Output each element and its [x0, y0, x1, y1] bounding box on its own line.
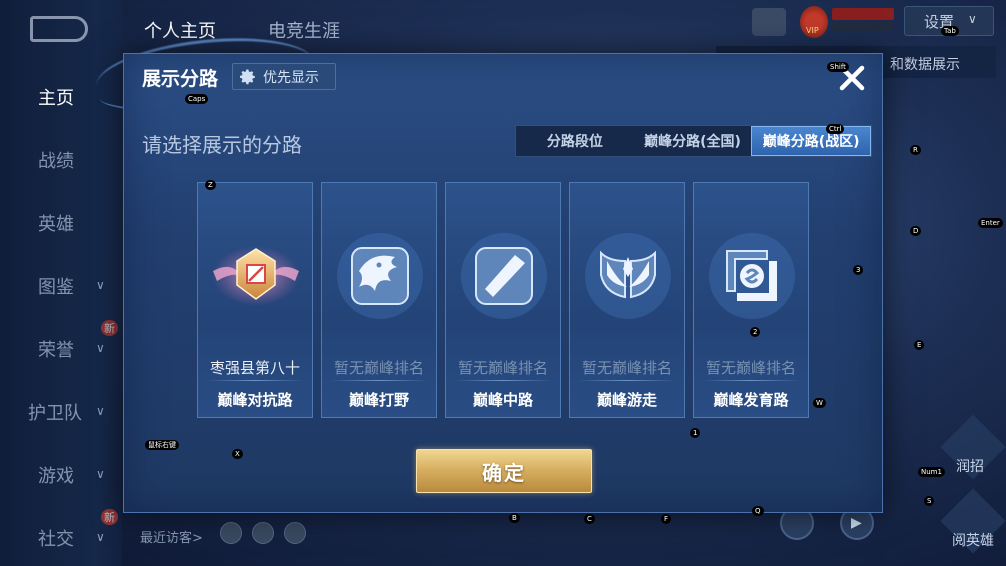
key-hint: Z: [205, 180, 216, 190]
new-badge: 新: [101, 509, 118, 525]
jungle-dragon-icon: [337, 233, 423, 319]
lane-name: 巅峰游走: [596, 391, 657, 409]
lane-display-dialog: 展示分路 优先显示 请选择展示的分路 分路段位 巅峰分路(全国) 巅峰分路(战区…: [123, 53, 883, 513]
lane-card-farm[interactable]: 暂无巅峰排名 巅峰发育路: [693, 182, 809, 418]
key-hint: X: [232, 449, 243, 459]
lane-rank-text: 枣强县第八十: [209, 359, 300, 377]
key-hint: Caps: [185, 94, 209, 104]
lane-card-clash[interactable]: 枣强县第八十 巅峰对抗路: [197, 182, 313, 418]
tab-lane-rank[interactable]: 分路段位: [516, 126, 634, 156]
divider: [206, 380, 304, 381]
priority-display-button[interactable]: 优先显示: [232, 63, 336, 90]
sidebar-item-honors[interactable]: 荣誉: [38, 336, 74, 362]
key-hint: R: [910, 145, 921, 155]
clash-lane-emblem-icon: [212, 246, 300, 306]
tab-peak-lane-national[interactable]: 巅峰分路(全国): [634, 126, 752, 156]
lane-card-roam[interactable]: 暂无巅峰排名 巅峰游走: [569, 182, 685, 418]
key-hint: Enter: [978, 218, 1003, 228]
recent-visitors-link[interactable]: 最近访客>: [140, 527, 203, 546]
vip-label: VIP: [806, 26, 819, 35]
avatar[interactable]: [284, 522, 306, 544]
lane-name: 巅峰发育路: [713, 391, 789, 409]
key-hint: F: [661, 514, 672, 524]
avatar[interactable]: [752, 8, 786, 36]
select-lane-prompt: 请选择展示的分路: [142, 133, 302, 157]
divider: [702, 380, 800, 381]
chevron-down-icon: ∨: [96, 530, 105, 544]
back-logo-icon[interactable]: [30, 16, 88, 42]
status-badge: [832, 22, 894, 32]
key-hint: Num1: [918, 467, 945, 477]
key-hint: C: [584, 514, 595, 524]
data-display-label: 和数据展示: [890, 57, 960, 73]
sidebar-item-social[interactable]: 社交: [38, 525, 74, 551]
avatar[interactable]: [220, 522, 242, 544]
key-hint: W: [813, 398, 826, 408]
tab-peak-lane-region[interactable]: 巅峰分路(战区): [751, 126, 872, 156]
sidebar-item-home[interactable]: 主页: [38, 84, 74, 110]
priority-display-label: 优先显示: [263, 69, 319, 86]
lane-name: 巅峰打野: [348, 391, 409, 409]
divider: [330, 380, 428, 381]
play-icon: ▶: [851, 515, 862, 531]
divider: [578, 380, 676, 381]
tab-esports-career[interactable]: 电竞生涯: [268, 17, 340, 43]
gear-icon: [240, 69, 255, 84]
confirm-label: 确定: [482, 460, 526, 485]
lane-card-jungle[interactable]: 暂无巅峰排名 巅峰打野: [321, 182, 437, 418]
key-hint: Shift: [827, 62, 849, 72]
sidebar-item-codex[interactable]: 图鉴: [38, 273, 74, 299]
lane-rank-text: 暂无巅峰排名: [581, 359, 672, 377]
sidebar-item-guard[interactable]: 护卫队: [28, 399, 82, 425]
new-badge: 新: [101, 320, 118, 336]
status-badge: [832, 8, 894, 20]
key-hint: Tab: [941, 26, 959, 36]
confirm-button[interactable]: 确定: [416, 449, 592, 493]
key-hint: Ctrl: [826, 124, 845, 134]
avatar[interactable]: [252, 522, 274, 544]
key-hint: B: [509, 513, 520, 523]
key-hint: 鼠标右键: [145, 440, 179, 450]
sidebar-item-heroes[interactable]: 英雄: [38, 210, 74, 236]
key-hint: Q: [752, 506, 764, 516]
right-action-label: 润招: [956, 459, 984, 475]
lane-rank-text: 暂无巅峰排名: [457, 359, 548, 377]
chevron-down-icon: ∨: [96, 341, 105, 355]
sidebar-item-games[interactable]: 游戏: [38, 462, 74, 488]
dialog-title: 展示分路: [142, 68, 219, 90]
chevron-down-icon: ∨: [96, 404, 105, 418]
lane-name: 巅峰中路: [472, 391, 533, 409]
farm-lane-icon: [709, 233, 795, 319]
chevron-down-icon: ∨: [96, 467, 105, 481]
lane-card-mid[interactable]: 暂无巅峰排名 巅峰中路: [445, 182, 561, 418]
chevron-down-icon: ∨: [968, 12, 977, 26]
lane-type-tabs: 分路段位 巅峰分路(全国) 巅峰分路(战区): [515, 125, 872, 157]
sidebar-item-records[interactable]: 战绩: [38, 147, 74, 173]
chevron-down-icon: ∨: [96, 278, 105, 292]
roam-wings-icon: [585, 233, 671, 319]
divider: [454, 380, 552, 381]
right-action-label: 阅英雄: [952, 533, 994, 549]
lane-name: 巅峰对抗路: [217, 391, 293, 409]
mid-lane-icon: [461, 233, 547, 319]
lane-rank-text: 暂无巅峰排名: [705, 359, 796, 377]
lane-rank-text: 暂无巅峰排名: [333, 359, 424, 377]
